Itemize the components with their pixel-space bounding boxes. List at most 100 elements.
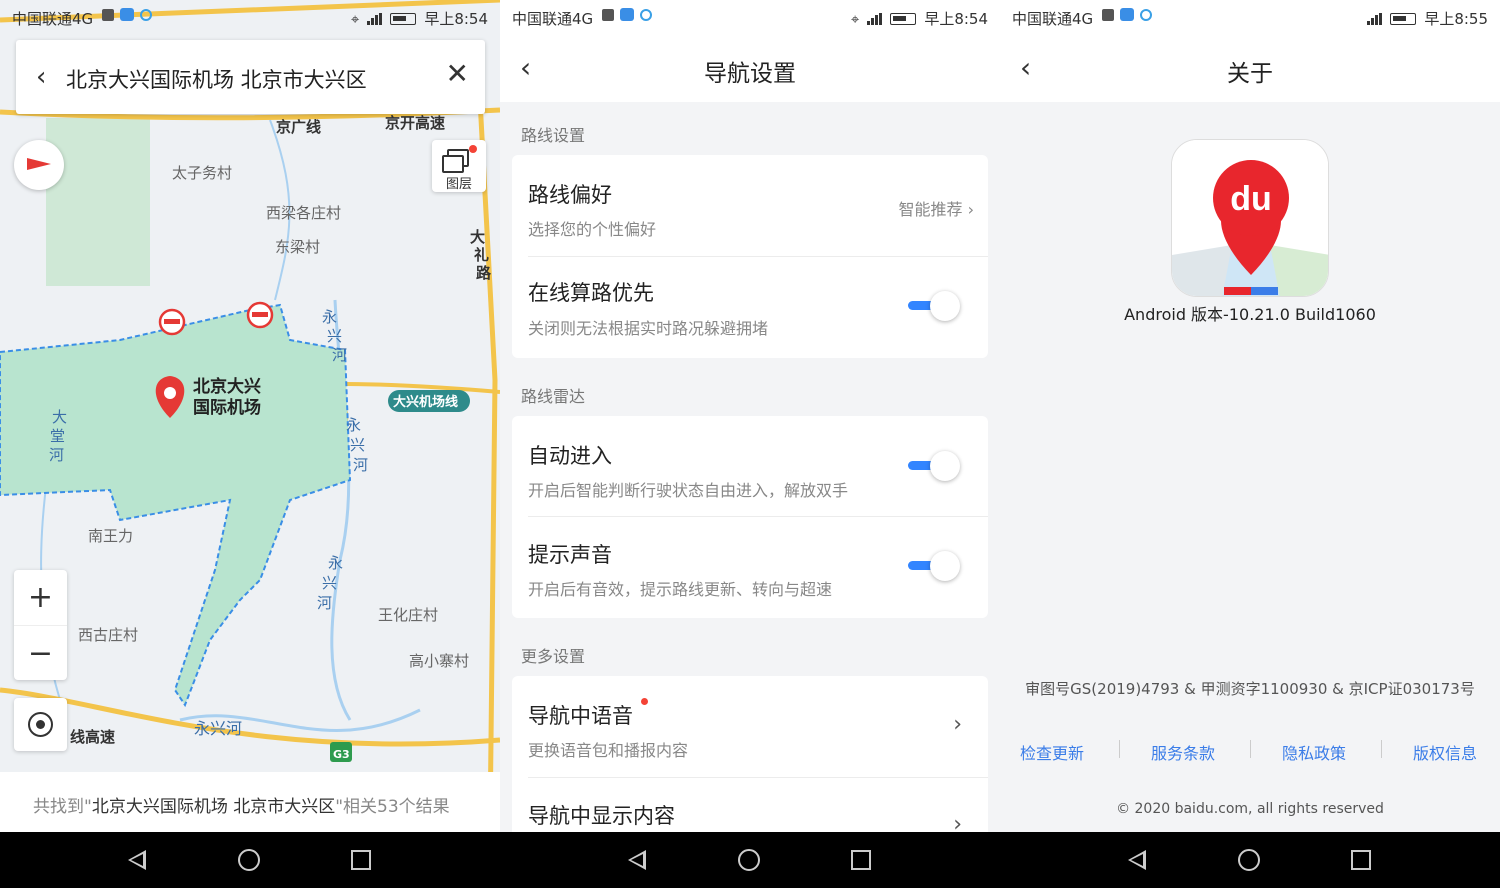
map-label: 大 — [52, 408, 67, 426]
app-logo: du — [1171, 139, 1329, 297]
nav-home-icon[interactable] — [1238, 849, 1260, 871]
footer-links: 检查更新 服务条款 隐私政策 版权信息 — [1000, 740, 1500, 763]
map-label: 永 — [346, 416, 361, 434]
layers-label: 图层 — [445, 177, 472, 192]
map-canvas[interactable]: 京广线 京开高速 太子务村 西梁各庄村 东梁村 大 礼 路 永 兴 河 北京大兴… — [0, 0, 500, 832]
map-label: 河 — [49, 446, 64, 464]
battery-icon — [1390, 12, 1417, 25]
carrier-text: 中国联通4G — [512, 10, 594, 28]
signal-icon — [367, 12, 383, 25]
row-subtitle: 关闭则无法根据实时路况躲避拥堵 — [528, 319, 769, 338]
status-bar: 中国联通4G ⌖ 早上8:54 — [0, 0, 500, 34]
route-preference-row[interactable]: 路线偏好 选择您的个性偏好 智能推荐 › — [528, 179, 988, 257]
battery-icon — [390, 12, 417, 25]
system-nav-bar — [0, 832, 1500, 888]
route-preference-value: 智能推荐 › — [898, 200, 974, 219]
browser-icon — [1140, 8, 1152, 21]
close-icon[interactable]: ✕ — [446, 60, 469, 88]
row-title: 提示声音 — [528, 543, 612, 567]
signal-icon — [1367, 12, 1383, 25]
header: ‹ 关于 — [1000, 34, 1500, 102]
app-notification-icon — [1120, 8, 1134, 21]
back-arrow-icon[interactable]: ‹ — [36, 64, 46, 90]
map-label: 兴 — [322, 574, 337, 592]
message-icon — [102, 8, 114, 21]
map-label: 河 — [317, 594, 332, 612]
park-area — [46, 118, 150, 286]
layers-icon — [442, 149, 469, 173]
message-icon — [1102, 8, 1114, 21]
nav-back-icon[interactable] — [1128, 850, 1146, 870]
nav-recents-icon[interactable] — [1351, 850, 1371, 870]
zoom-in-button[interactable]: + — [14, 570, 67, 625]
nav-back-icon[interactable] — [128, 850, 146, 870]
voice-row[interactable]: 导航中语音 更换语音包和播报内容 › — [528, 698, 988, 778]
location-status-icon: ⌖ — [850, 9, 860, 28]
map-label: 王化庄村 — [378, 606, 438, 624]
map-label: 礼 — [474, 246, 489, 264]
terms-link[interactable]: 服务条款 — [1151, 740, 1215, 764]
license-text: 审图号GS(2019)4793 & 甲测资字1100930 & 京ICP证030… — [1025, 680, 1475, 698]
location-status-icon: ⌖ — [350, 9, 360, 28]
airport-label: 北京大兴 — [193, 376, 261, 397]
copyright-link[interactable]: 版权信息 — [1413, 740, 1477, 764]
map-label: 太子务村 — [172, 164, 232, 182]
route-settings-card: 路线偏好 选择您的个性偏好 智能推荐 › 在线算路优先 关闭则无法根据实时路况躲… — [512, 155, 988, 358]
map-label: 兴 — [327, 327, 342, 345]
nav-back-icon[interactable] — [628, 850, 646, 870]
map-label: 大 — [470, 228, 485, 246]
locate-icon — [28, 712, 53, 737]
app-notification-icon — [620, 8, 634, 21]
online-route-toggle[interactable] — [908, 289, 964, 323]
row-title: 自动进入 — [528, 444, 612, 468]
browser-icon — [640, 8, 652, 21]
row-title: 路线偏好 — [528, 183, 612, 207]
row-title: 导航中显示内容 — [528, 804, 675, 828]
carrier-text: 中国联通4G — [1012, 10, 1094, 28]
privacy-link[interactable]: 隐私政策 — [1282, 740, 1346, 764]
sound-toggle[interactable] — [908, 549, 964, 583]
map-label: 堂 — [50, 427, 65, 445]
check-update-link[interactable]: 检查更新 — [1020, 740, 1084, 764]
display-content-row[interactable]: 导航中显示内容 › — [528, 777, 988, 832]
map-label: 永兴河 — [194, 719, 242, 738]
compass-icon[interactable] — [14, 140, 64, 190]
chevron-right-icon: › — [967, 200, 974, 219]
message-icon — [602, 8, 614, 21]
row-title: 在线算路优先 — [528, 281, 654, 305]
browser-icon — [140, 8, 152, 21]
page-title: 导航设置 — [704, 61, 796, 87]
result-summary[interactable]: 共找到"北京大兴国际机场 北京市大兴区"相关53个结果 — [0, 772, 500, 832]
chevron-right-icon: › — [953, 712, 962, 737]
map-label: 高小寨村 — [409, 652, 469, 670]
map-label: 永 — [328, 554, 343, 572]
nav-home-icon[interactable] — [238, 849, 260, 871]
no-entry-icon — [158, 308, 186, 336]
sound-row: 提示声音 开启后有音效，提示路线更新、转向与超速 — [528, 516, 988, 618]
nav-home-icon[interactable] — [738, 849, 760, 871]
page-title: 关于 — [1227, 61, 1273, 87]
online-route-row: 在线算路优先 关闭则无法根据实时路况躲避拥堵 — [528, 256, 988, 358]
auto-enter-toggle[interactable] — [908, 449, 964, 483]
row-subtitle: 选择您的个性偏好 — [528, 220, 657, 239]
layers-button[interactable]: 图层 — [432, 140, 486, 192]
map-label: 西古庄村 — [78, 626, 138, 644]
row-subtitle: 更换语音包和播报内容 — [528, 741, 689, 760]
clock: 早上8:55 — [1424, 10, 1488, 28]
zoom-out-button[interactable]: − — [14, 625, 67, 680]
map-label: 路 — [476, 264, 492, 282]
nav-recents-icon[interactable] — [851, 850, 871, 870]
map-label: 南王力 — [88, 527, 133, 545]
row-title: 导航中语音 — [528, 704, 633, 728]
copyright-text: © 2020 baidu.com, all rights reserved — [1116, 801, 1384, 817]
search-query[interactable]: 北京大兴国际机场 北京市大兴区 — [66, 64, 367, 94]
carrier-text: 中国联通4G — [12, 10, 94, 28]
locate-button[interactable] — [14, 698, 67, 751]
divider — [1119, 740, 1120, 758]
search-bar[interactable]: ‹ 北京大兴国际机场 北京市大兴区 ✕ — [16, 40, 485, 114]
map-label: 河 — [332, 346, 347, 364]
more-settings-card: 导航中语音 更换语音包和播报内容 › 导航中显示内容 › — [512, 676, 988, 832]
map-label: 兴 — [350, 436, 365, 454]
nav-recents-icon[interactable] — [351, 850, 371, 870]
zoom-control: + − — [14, 570, 67, 680]
